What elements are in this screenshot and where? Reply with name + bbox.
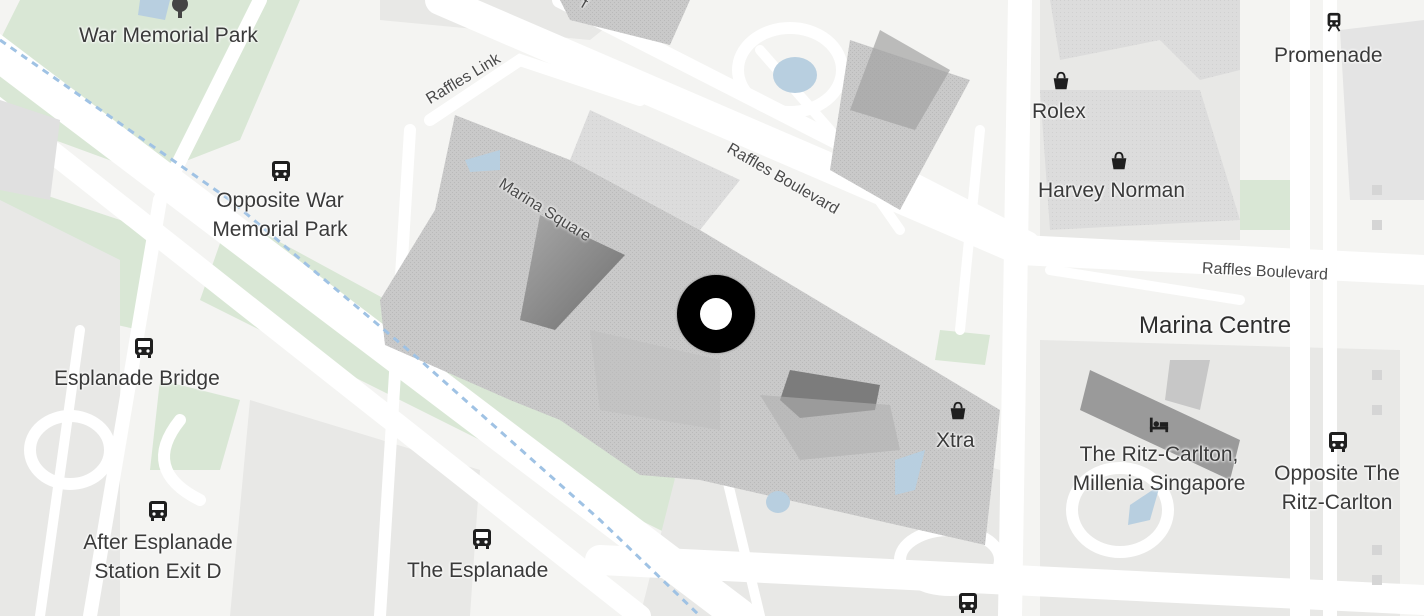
hotel-bed-icon[interactable] [1148,414,1170,434]
bus-stop-icon[interactable] [132,336,156,360]
label-line: Opposite War [216,189,344,212]
place-label-opposite-the-ritz-carlton: Opposite The Ritz-Carlton [1262,459,1412,517]
label-line: After Esplanade [83,531,233,554]
shopping-bag-icon[interactable] [1108,150,1130,172]
place-label-rolex: Rolex [1032,100,1086,123]
bus-stop-icon[interactable] [956,591,980,615]
place-label-esplanade-bridge: Esplanade Bridge [54,367,220,390]
shopping-bag-icon[interactable] [1050,70,1072,92]
bus-stop-icon[interactable] [269,159,293,183]
place-label-promenade: Promenade [1274,44,1383,67]
bus-stop-icon[interactable] [146,499,170,523]
place-label-the-esplanade: The Esplanade [407,559,549,582]
label-line: Memorial Park [212,218,348,241]
place-label-opposite-war-memorial-park: Opposite War Memorial Park [200,186,360,244]
bus-stop-icon[interactable] [1326,430,1350,454]
label-line: Opposite The [1274,462,1400,485]
place-label-marina-centre: Marina Centre [1139,312,1292,339]
bus-stop-icon[interactable] [470,527,494,551]
place-label-xtra: Xtra [936,429,975,452]
place-label-war-memorial-park: War Memorial Park [79,24,258,47]
label-line: Millenia Singapore [1072,472,1246,495]
location-marker-center [700,298,732,330]
label-line: The Ritz-Carlton, [1079,443,1239,466]
train-station-icon[interactable] [1323,11,1345,33]
map-canvas[interactable]: Raffles Link Raffles Boulevard Raffles B… [0,0,1424,616]
label-line: Station Exit D [94,560,222,583]
label-line: Ritz-Carlton [1281,491,1393,514]
place-label-after-esplanade-station-exit-d: After Esplanade Station Exit D [68,528,248,586]
location-marker[interactable] [677,275,755,353]
tree-icon [172,0,188,18]
place-label-ritz-carlton-millenia: The Ritz-Carlton, Millenia Singapore [1056,440,1262,498]
shopping-bag-icon[interactable] [947,400,969,422]
place-label-harvey-norman: Harvey Norman [1038,179,1186,202]
